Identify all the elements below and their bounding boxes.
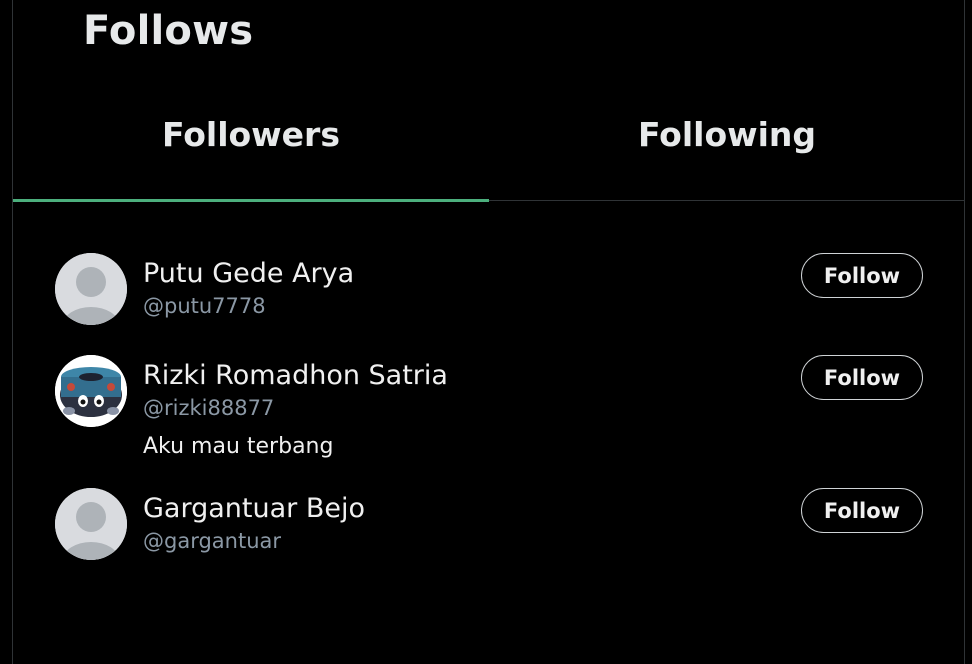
custom-avatar-image[interactable] bbox=[55, 355, 127, 427]
page-title: Follows bbox=[83, 8, 254, 54]
list-item[interactable]: Gargantuar Bejo @gargantuar Follow bbox=[13, 475, 965, 577]
user-name[interactable]: Gargantuar Bejo bbox=[143, 493, 365, 524]
user-name[interactable]: Putu Gede Arya bbox=[143, 258, 354, 289]
follow-button[interactable]: Follow bbox=[801, 355, 923, 400]
follows-panel: Follows Followers Following Putu Gede Ar… bbox=[12, 0, 965, 664]
list-item[interactable]: Putu Gede Arya @putu7778 Follow bbox=[13, 240, 965, 342]
default-avatar-icon[interactable] bbox=[55, 488, 127, 560]
follow-button[interactable]: Follow bbox=[801, 253, 923, 298]
tab-following-label: Following bbox=[637, 115, 817, 154]
user-handle: @gargantuar bbox=[143, 529, 282, 553]
user-bio: Aku mau terbang bbox=[143, 434, 334, 459]
followers-list: Putu Gede Arya @putu7778 Follow Rizki Ro… bbox=[13, 240, 965, 577]
tab-following[interactable]: Following bbox=[489, 80, 965, 200]
follow-button[interactable]: Follow bbox=[801, 488, 923, 533]
tab-followers-label: Followers bbox=[162, 115, 340, 154]
active-tab-indicator bbox=[13, 199, 489, 202]
user-handle: @putu7778 bbox=[143, 294, 266, 318]
tab-bar: Followers Following bbox=[13, 80, 965, 202]
user-handle: @rizki88877 bbox=[143, 396, 275, 420]
tab-followers[interactable]: Followers bbox=[13, 80, 489, 200]
user-name[interactable]: Rizki Romadhon Satria bbox=[143, 360, 448, 391]
default-avatar-icon[interactable] bbox=[55, 253, 127, 325]
list-item[interactable]: Rizki Romadhon Satria @rizki88877 Aku ma… bbox=[13, 342, 965, 475]
